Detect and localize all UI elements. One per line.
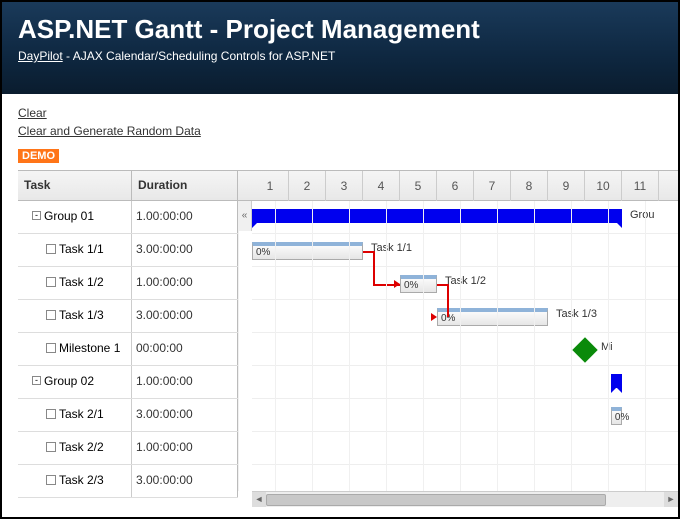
bar-label: Mi bbox=[601, 341, 613, 353]
task-name: Milestone 1 bbox=[59, 341, 120, 355]
timeline-day[interactable]: 11 bbox=[622, 171, 659, 201]
timeline-day[interactable]: 6 bbox=[437, 171, 474, 201]
task-cell: -Group 02 bbox=[18, 366, 132, 398]
bar-label: Task 1/3 bbox=[556, 308, 597, 320]
task-name: Task 1/2 bbox=[59, 275, 104, 289]
collapse-icon[interactable]: - bbox=[32, 376, 41, 385]
timeline-day[interactable]: 9 bbox=[548, 171, 585, 201]
timeline-header: « 1234567891011 bbox=[238, 171, 678, 201]
task-checkbox[interactable] bbox=[46, 244, 56, 254]
milestone-diamond[interactable] bbox=[572, 337, 597, 362]
timeline-day[interactable]: 2 bbox=[289, 171, 326, 201]
task-bar[interactable]: 0% bbox=[437, 308, 548, 326]
page-title: ASP.NET Gantt - Project Management bbox=[18, 14, 662, 45]
app-header: ASP.NET Gantt - Project Management DayPi… bbox=[2, 2, 678, 94]
task-bar[interactable]: 0% bbox=[611, 407, 622, 425]
collapse-icon[interactable]: - bbox=[32, 211, 41, 220]
timeline-day[interactable]: 10 bbox=[585, 171, 622, 201]
task-cell: Task 2/1 bbox=[18, 399, 132, 431]
duration-cell: 3.00:00:00 bbox=[132, 399, 238, 431]
timeline-day[interactable]: 8 bbox=[511, 171, 548, 201]
task-checkbox[interactable] bbox=[46, 343, 56, 353]
task-rows: -Group 011.00:00:00Task 1/13.00:00:00Tas… bbox=[18, 201, 238, 491]
duration-cell: 1.00:00:00 bbox=[132, 267, 238, 299]
timeline-back-button[interactable]: « bbox=[238, 201, 252, 231]
task-row[interactable]: -Group 021.00:00:00 bbox=[18, 366, 238, 399]
timeline-pane: « 1234567891011 Grou 0% Task 1/1 0% Task 1/2… bbox=[238, 171, 678, 507]
chart-lane bbox=[252, 432, 678, 465]
task-checkbox[interactable] bbox=[46, 310, 56, 320]
task-cell: Task 1/3 bbox=[18, 300, 132, 332]
task-name: Task 2/1 bbox=[59, 407, 104, 421]
task-row[interactable]: Task 2/3 3.00:00:00 bbox=[18, 465, 238, 498]
chart-lane: Mi bbox=[252, 333, 678, 366]
task-checkbox[interactable] bbox=[46, 277, 56, 287]
task-cell: Task 2/2 bbox=[18, 432, 132, 464]
task-row[interactable]: Task 1/1 3.00:00:00 bbox=[18, 234, 238, 267]
task-cell: Task 1/2 bbox=[18, 267, 132, 299]
duration-cell: 3.00:00:00 bbox=[132, 300, 238, 332]
duration-cell: 00:00:00 bbox=[132, 333, 238, 365]
bar-label: Task 1/1 bbox=[371, 242, 412, 254]
group-bar[interactable] bbox=[252, 209, 622, 223]
task-row[interactable]: Task 2/2 1.00:00:00 bbox=[18, 432, 238, 465]
timeline-day[interactable]: 5 bbox=[400, 171, 437, 201]
task-checkbox[interactable] bbox=[46, 475, 56, 485]
tagline: - AJAX Calendar/Scheduling Controls for … bbox=[63, 49, 336, 63]
timeline-day[interactable]: 7 bbox=[474, 171, 511, 201]
task-cell: Milestone 1 bbox=[18, 333, 132, 365]
bar-label: Task 1/2 bbox=[445, 275, 486, 287]
task-name: Task 1/1 bbox=[59, 242, 104, 256]
scroll-right-button[interactable]: ► bbox=[664, 492, 678, 507]
duration-cell: 3.00:00:00 bbox=[132, 234, 238, 266]
task-name: Task 1/3 bbox=[59, 308, 104, 322]
bar-label: Grou bbox=[630, 209, 654, 221]
task-list-header: Task Duration bbox=[18, 171, 238, 201]
gantt-chart: Task Duration -Group 011.00:00:00Task 1/… bbox=[18, 170, 678, 507]
timeline-day[interactable]: 3 bbox=[326, 171, 363, 201]
chart-lane: 0% bbox=[252, 399, 678, 432]
task-bar[interactable]: 0% bbox=[252, 242, 363, 260]
duration-cell: 3.00:00:00 bbox=[132, 465, 238, 497]
timeline-day[interactable]: 4 bbox=[363, 171, 400, 201]
subtitle: DayPilot - AJAX Calendar/Scheduling Cont… bbox=[18, 49, 662, 63]
duration-cell: 1.00:00:00 bbox=[132, 201, 238, 233]
task-row[interactable]: Task 2/1 3.00:00:00 bbox=[18, 399, 238, 432]
timeline-day[interactable]: 1 bbox=[252, 171, 289, 201]
h-scrollbar[interactable]: ◄ ► bbox=[252, 491, 678, 507]
brand-link[interactable]: DayPilot bbox=[18, 49, 63, 63]
task-checkbox[interactable] bbox=[46, 409, 56, 419]
task-row[interactable]: Milestone 1 00:00:00 bbox=[18, 333, 238, 366]
task-cell: -Group 01 bbox=[18, 201, 132, 233]
task-name: Group 01 bbox=[44, 209, 94, 223]
demo-badge: DEMO bbox=[18, 149, 59, 163]
chart-lane: 0% Task 1/3 bbox=[252, 300, 678, 333]
task-row[interactable]: Task 1/3 3.00:00:00 bbox=[18, 300, 238, 333]
group-bar[interactable] bbox=[611, 374, 622, 388]
action-links: Clear Clear and Generate Random Data bbox=[2, 94, 678, 148]
duration-cell: 1.00:00:00 bbox=[132, 432, 238, 464]
col-duration[interactable]: Duration bbox=[132, 171, 238, 200]
task-row[interactable]: -Group 011.00:00:00 bbox=[18, 201, 238, 234]
clear-link[interactable]: Clear bbox=[18, 104, 662, 122]
task-cell: Task 2/3 bbox=[18, 465, 132, 497]
col-task[interactable]: Task bbox=[18, 171, 132, 200]
task-row[interactable]: Task 1/2 1.00:00:00 bbox=[18, 267, 238, 300]
chart-lane: 0% Task 1/1 bbox=[252, 234, 678, 267]
chart-lane: 0% Task 1/2 bbox=[252, 267, 678, 300]
task-cell: Task 1/1 bbox=[18, 234, 132, 266]
task-checkbox[interactable] bbox=[46, 442, 56, 452]
task-name: Group 02 bbox=[44, 374, 94, 388]
scroll-thumb[interactable] bbox=[266, 494, 606, 506]
task-name: Task 2/3 bbox=[59, 473, 104, 487]
task-list-pane: Task Duration -Group 011.00:00:00Task 1/… bbox=[18, 171, 238, 507]
generate-link[interactable]: Clear and Generate Random Data bbox=[18, 122, 662, 140]
duration-cell: 1.00:00:00 bbox=[132, 366, 238, 398]
chart-lane: Grou bbox=[252, 201, 678, 234]
chart-lane bbox=[252, 366, 678, 399]
task-bar[interactable]: 0% bbox=[400, 275, 437, 293]
chart-area[interactable]: Grou 0% Task 1/1 0% Task 1/2 0% Task 1/3 Mi 0% bbox=[252, 201, 678, 491]
task-name: Task 2/2 bbox=[59, 440, 104, 454]
scroll-left-button[interactable]: ◄ bbox=[252, 492, 266, 507]
